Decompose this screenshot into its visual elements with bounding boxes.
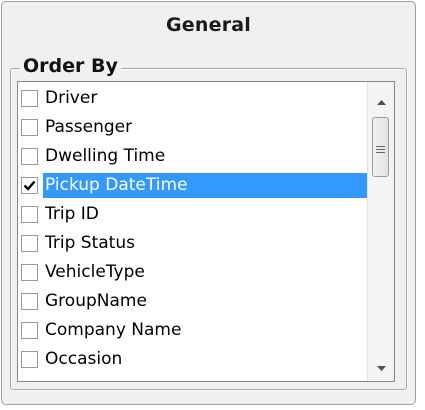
order-by-checked-listbox[interactable]: Driver Passenger Dwelling Time Pickup DateT…: [17, 81, 395, 382]
list-item-label: Company Name: [45, 320, 182, 340]
checkbox[interactable]: [21, 293, 38, 310]
arrow-up-icon: [376, 90, 386, 109]
list-item[interactable]: Trip ID: [18, 200, 368, 229]
list-item-label: Trip Status: [45, 233, 135, 253]
list-item[interactable]: Driver: [18, 84, 368, 113]
checkbox[interactable]: [21, 90, 38, 107]
list-item-label: Driver: [45, 88, 98, 108]
list-item-label: Passenger: [45, 117, 133, 137]
order-by-legend: Order By: [20, 53, 121, 79]
list-item[interactable]: VehicleType: [18, 258, 368, 287]
list-item-label: Dwelling Time: [45, 146, 166, 166]
list-item[interactable]: GroupName: [18, 287, 368, 316]
checkmark-icon: [23, 180, 36, 191]
checkbox[interactable]: [21, 351, 38, 368]
panel-title: General: [166, 14, 251, 36]
grip-icon: [376, 138, 385, 157]
checkbox[interactable]: [21, 264, 38, 281]
checkbox[interactable]: [21, 235, 38, 252]
checkbox[interactable]: [21, 206, 38, 223]
list-item[interactable]: Occasion: [18, 345, 368, 374]
list-item[interactable]: Pickup DateTime: [18, 171, 368, 200]
checkbox[interactable]: [21, 322, 38, 339]
order-by-items: Driver Passenger Dwelling Time Pickup DateT…: [18, 84, 368, 374]
list-item-label: Pickup DateTime: [43, 173, 368, 198]
list-item-label: Occasion: [45, 349, 123, 369]
scroll-thumb[interactable]: [372, 117, 389, 177]
list-item[interactable]: Trip Status: [18, 229, 368, 258]
list-item-label: GroupName: [45, 291, 147, 311]
list-item[interactable]: Dwelling Time: [18, 142, 368, 171]
list-item-label: VehicleType: [45, 262, 145, 282]
list-item-label: Trip ID: [45, 204, 99, 224]
list-item[interactable]: Company Name: [18, 316, 368, 345]
list-item[interactable]: Passenger: [18, 113, 368, 142]
checkbox-checked[interactable]: [21, 177, 38, 194]
checkbox[interactable]: [21, 119, 38, 136]
scroll-up-button[interactable]: [368, 86, 394, 112]
checkbox[interactable]: [21, 148, 38, 165]
scroll-down-button[interactable]: [368, 352, 394, 378]
arrow-down-icon: [376, 356, 386, 375]
vertical-scrollbar[interactable]: [367, 82, 394, 381]
